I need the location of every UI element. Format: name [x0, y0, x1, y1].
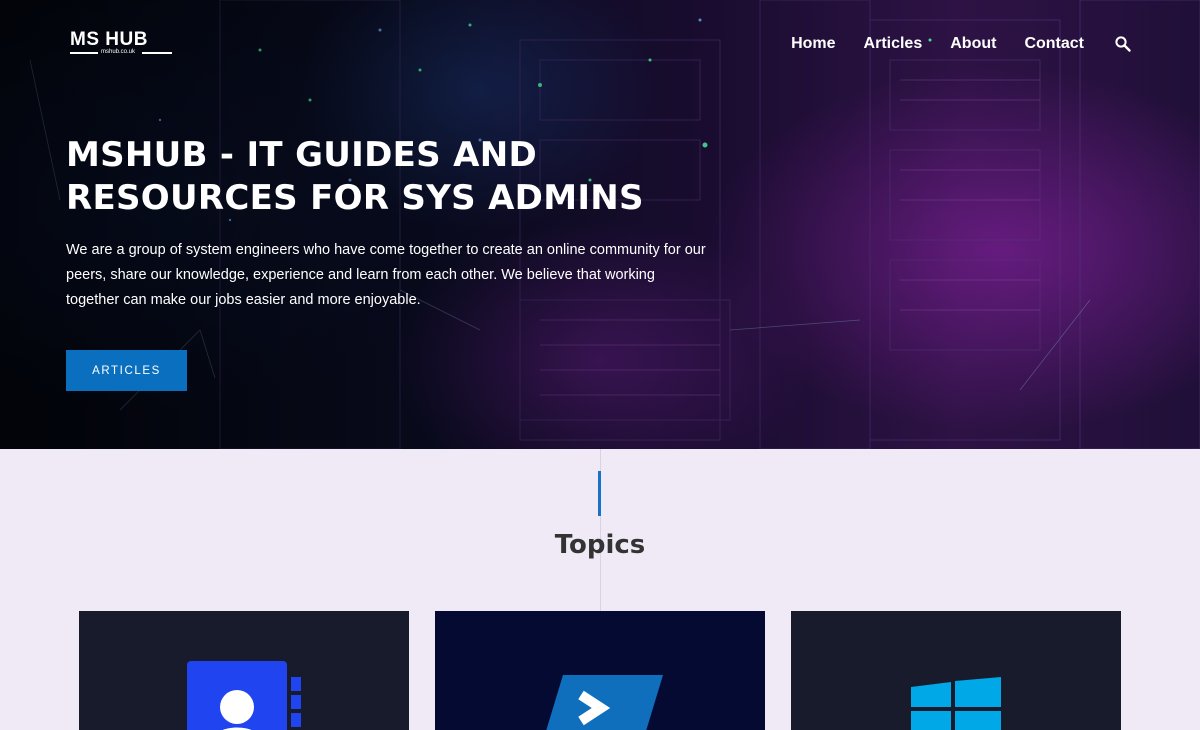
topic-card-directory[interactable]: [79, 611, 409, 730]
nav-about[interactable]: About: [950, 34, 996, 54]
topic-card-windows[interactable]: [791, 611, 1121, 730]
logo-title: MS HUB: [70, 29, 148, 50]
logo-subtitle: mshub.co.uk: [101, 49, 136, 55]
hero-section: MS HUB mshub.co.uk Home Articles About C…: [0, 0, 1200, 449]
section-accent-bar: [598, 471, 601, 516]
nav-contact[interactable]: Contact: [1024, 34, 1084, 54]
articles-button[interactable]: ARTICLES: [66, 350, 187, 391]
main-nav: Home Articles About Contact: [763, 34, 1132, 54]
hero-description: We are a group of system engineers who h…: [66, 242, 706, 308]
topic-card-powershell[interactable]: [435, 611, 765, 730]
powershell-icon: [546, 675, 663, 730]
hero-title: MSHUB - IT GUIDES AND RESOURCES FOR SYS …: [66, 135, 644, 218]
windows-icon: [911, 677, 1001, 730]
logo-bar-left: [70, 52, 98, 54]
search-icon[interactable]: [1114, 35, 1132, 53]
nav-home[interactable]: Home: [791, 34, 835, 54]
contact-book-icon: [187, 661, 301, 730]
site-logo[interactable]: MS HUB mshub.co.uk: [70, 30, 172, 58]
logo-bar-right: [142, 52, 172, 54]
topics-title: Topics: [554, 530, 646, 560]
nav-articles[interactable]: Articles: [864, 34, 923, 54]
